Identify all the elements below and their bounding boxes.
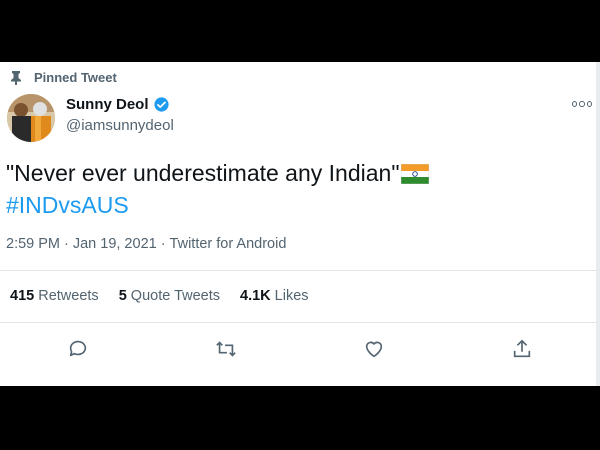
retweet-icon[interactable] bbox=[215, 338, 237, 360]
likes-stat[interactable]: 4.1K Likes bbox=[240, 288, 309, 304]
scrollbar[interactable] bbox=[596, 62, 600, 386]
pinned-label: Pinned Tweet bbox=[34, 69, 117, 85]
retweets-stat[interactable]: 415 Retweets bbox=[10, 288, 99, 304]
indian-flag-icon bbox=[401, 164, 430, 184]
divider bbox=[0, 270, 596, 271]
reply-icon[interactable] bbox=[67, 338, 89, 360]
divider bbox=[0, 322, 596, 323]
share-icon[interactable] bbox=[511, 338, 533, 360]
avatar-image bbox=[7, 94, 55, 142]
tweet-actions bbox=[0, 338, 600, 362]
tweet-text-line: "Never ever underestimate any Indian" bbox=[6, 158, 586, 188]
tweet-meta: 2:59 PM · Jan 19, 2021 · Twitter for And… bbox=[6, 236, 287, 252]
tweet-date[interactable]: Jan 19, 2021 bbox=[73, 236, 157, 252]
avatar[interactable] bbox=[7, 94, 55, 142]
tweet-text: "Never ever underestimate any Indian" bbox=[6, 160, 400, 186]
tweet-stats: 415 Retweets 5 Quote Tweets 4.1K Likes bbox=[10, 288, 309, 304]
author-name[interactable]: Sunny Deol bbox=[66, 96, 149, 113]
tweet-card: Pinned Tweet Sunny Deol @iamsunnydeol "N… bbox=[0, 62, 600, 386]
pinned-indicator: Pinned Tweet bbox=[8, 68, 117, 86]
more-icon[interactable] bbox=[572, 96, 592, 112]
like-icon[interactable] bbox=[363, 338, 385, 360]
hashtag-link[interactable]: #INDvsAUS bbox=[6, 190, 129, 220]
quote-tweets-stat[interactable]: 5 Quote Tweets bbox=[119, 288, 220, 304]
tweet-source[interactable]: Twitter for Android bbox=[170, 236, 287, 252]
author-handle[interactable]: @iamsunnydeol bbox=[66, 117, 174, 134]
verified-badge-icon bbox=[153, 97, 169, 112]
tweet-time[interactable]: 2:59 PM bbox=[6, 236, 60, 252]
pin-icon bbox=[11, 71, 21, 85]
